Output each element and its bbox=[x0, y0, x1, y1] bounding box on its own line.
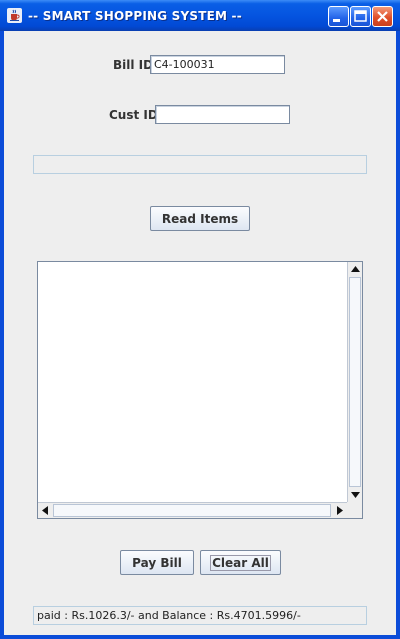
close-icon bbox=[377, 11, 388, 22]
cust-id-label: Cust ID bbox=[109, 108, 158, 122]
maximize-button[interactable] bbox=[350, 6, 371, 27]
read-items-button[interactable]: Read Items bbox=[150, 206, 250, 231]
arrow-up-icon bbox=[350, 266, 360, 272]
clear-all-button[interactable]: Clear All bbox=[200, 550, 281, 575]
arrow-left-icon bbox=[42, 505, 48, 515]
clear-all-label: Clear All bbox=[210, 554, 271, 571]
items-text-area[interactable] bbox=[38, 262, 347, 502]
scroll-left-button[interactable] bbox=[38, 503, 52, 517]
scroll-right-button[interactable] bbox=[333, 503, 347, 517]
bill-id-field[interactable]: C4-100031 bbox=[150, 55, 285, 74]
vertical-scrollbar[interactable] bbox=[347, 262, 362, 502]
close-button[interactable] bbox=[372, 6, 393, 27]
maximize-icon bbox=[354, 10, 367, 22]
horizontal-scrollbar[interactable] bbox=[38, 502, 347, 518]
arrow-right-icon bbox=[337, 505, 343, 515]
status-bar: paid : Rs.1026.3/- and Balance : Rs.4701… bbox=[33, 606, 367, 625]
minimize-button[interactable] bbox=[328, 6, 349, 27]
read-items-label: Read Items bbox=[161, 211, 239, 226]
scroll-down-button[interactable] bbox=[348, 488, 362, 502]
cust-id-field[interactable] bbox=[155, 105, 290, 124]
scroll-up-button[interactable] bbox=[348, 262, 362, 276]
arrow-down-icon bbox=[350, 492, 360, 498]
content-panel: Bill ID C4-100031 Cust ID Read Items Pay… bbox=[4, 31, 396, 635]
app-window: -- SMART SHOPPING SYSTEM -- Bill ID C4-1… bbox=[0, 0, 400, 639]
pay-bill-button[interactable]: Pay Bill bbox=[120, 550, 194, 575]
pay-bill-label: Pay Bill bbox=[132, 555, 182, 570]
vertical-scroll-thumb[interactable] bbox=[349, 277, 361, 487]
minimize-icon bbox=[333, 19, 340, 22]
bill-id-label: Bill ID bbox=[113, 58, 154, 72]
horizontal-scroll-thumb[interactable] bbox=[53, 504, 331, 517]
items-list[interactable] bbox=[37, 261, 363, 519]
java-cup-icon[interactable] bbox=[7, 8, 22, 23]
title-bar[interactable]: -- SMART SHOPPING SYSTEM -- bbox=[0, 0, 400, 31]
scroll-corner bbox=[347, 502, 362, 518]
window-title: -- SMART SHOPPING SYSTEM -- bbox=[28, 9, 242, 23]
progress-bar bbox=[33, 155, 367, 174]
